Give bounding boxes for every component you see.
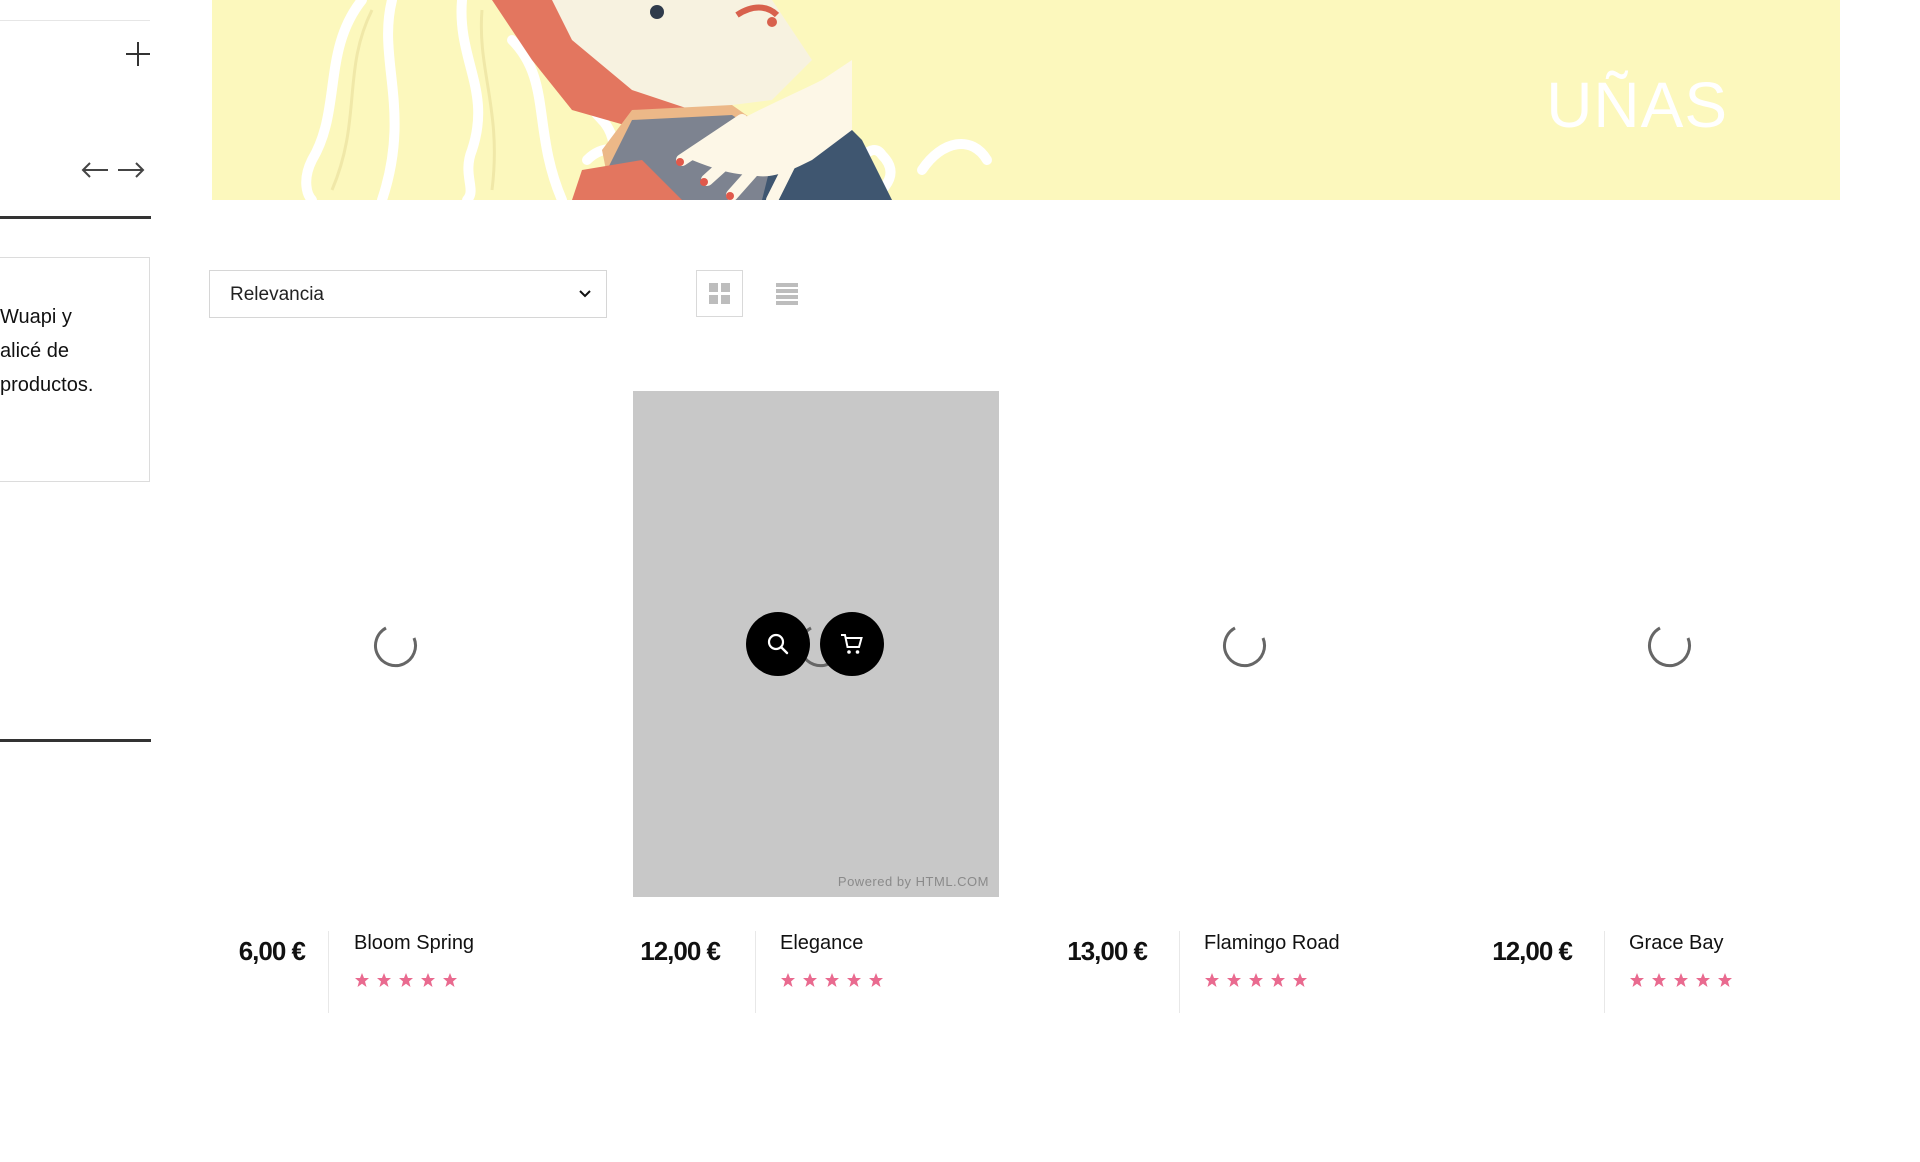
- category-banner: UÑAS: [212, 0, 1840, 200]
- product-card[interactable]: Powered by HTML.COM 12,00 € Elegance: [633, 391, 999, 1031]
- product-card[interactable]: 6,00 € Bloom Spring: [208, 391, 574, 1031]
- grid-icon: [709, 283, 730, 304]
- sort-select[interactable]: Relevancia: [209, 270, 607, 318]
- star-icon: [399, 973, 413, 987]
- star-icon: [1227, 973, 1241, 987]
- expand-plus-icon[interactable]: [124, 40, 152, 68]
- banner-title: UÑAS: [1546, 69, 1728, 141]
- sidebar-divider: [0, 20, 150, 21]
- sidebar-rule: [0, 216, 151, 219]
- search-icon: [767, 633, 789, 655]
- product-price: 12,00 €: [1492, 936, 1573, 966]
- star-icon: [1630, 973, 1644, 987]
- sidebar-text-line: productos.: [0, 374, 94, 396]
- rating-stars: [780, 972, 890, 990]
- sidebar-text: Wuapi y alicé de productos.: [0, 300, 150, 402]
- sidebar-rule: [0, 739, 151, 742]
- star-icon: [355, 973, 369, 987]
- star-icon: [825, 973, 839, 987]
- star-icon: [869, 973, 883, 987]
- product-divider: [1604, 931, 1605, 1013]
- product-image[interactable]: [208, 391, 574, 897]
- list-icon: [776, 283, 798, 305]
- product-price: 13,00 €: [1067, 936, 1148, 966]
- star-icon: [421, 973, 435, 987]
- rating-stars: [1204, 972, 1314, 990]
- star-icon: [1293, 973, 1307, 987]
- loading-spinner-icon: [1648, 626, 1691, 668]
- rating-stars: [1629, 972, 1739, 990]
- sidebar-text-line: alicé de: [0, 340, 69, 362]
- star-icon: [847, 973, 861, 987]
- chevron-down-icon: [579, 290, 591, 298]
- product-price: 6,00 €: [238, 936, 306, 966]
- star-icon: [803, 973, 817, 987]
- star-icon: [1271, 973, 1285, 987]
- product-image[interactable]: [1057, 391, 1423, 897]
- product-divider: [1179, 931, 1180, 1013]
- star-icon: [781, 973, 795, 987]
- product-divider: [328, 931, 329, 1013]
- product-name[interactable]: Elegance: [780, 932, 863, 955]
- product-image[interactable]: Powered by HTML.COM: [633, 391, 999, 897]
- star-icon: [443, 973, 457, 987]
- product-card[interactable]: 13,00 € Flamingo Road: [1057, 391, 1423, 1031]
- cart-icon: [841, 634, 863, 654]
- product-name[interactable]: Bloom Spring: [354, 932, 474, 955]
- product-image[interactable]: [1482, 391, 1848, 897]
- image-caption: Powered by HTML.COM: [837, 874, 989, 889]
- star-icon: [1205, 973, 1219, 987]
- list-view-button[interactable]: [764, 270, 811, 317]
- star-icon: [1718, 973, 1732, 987]
- sidebar-text-line: Wuapi y: [0, 306, 72, 328]
- star-icon: [1652, 973, 1666, 987]
- next-arrow-icon[interactable]: [116, 157, 146, 183]
- product-name[interactable]: Flamingo Road: [1204, 932, 1340, 955]
- product-divider: [755, 931, 756, 1013]
- product-card[interactable]: 12,00 € Grace Bay: [1482, 391, 1848, 1031]
- add-to-cart-button[interactable]: [820, 612, 884, 676]
- rating-stars: [354, 972, 464, 990]
- product-price: 12,00 €: [640, 936, 721, 966]
- star-icon: [1674, 973, 1688, 987]
- product-name[interactable]: Grace Bay: [1629, 932, 1723, 955]
- sort-selected-value: Relevancia: [230, 284, 324, 305]
- loading-spinner-icon: [1223, 626, 1266, 668]
- star-icon: [1249, 973, 1263, 987]
- star-icon: [377, 973, 391, 987]
- quick-view-button[interactable]: [746, 612, 810, 676]
- prev-arrow-icon[interactable]: [80, 157, 110, 183]
- grid-view-button[interactable]: [696, 270, 743, 317]
- star-icon: [1696, 973, 1710, 987]
- loading-spinner-icon: [374, 626, 417, 668]
